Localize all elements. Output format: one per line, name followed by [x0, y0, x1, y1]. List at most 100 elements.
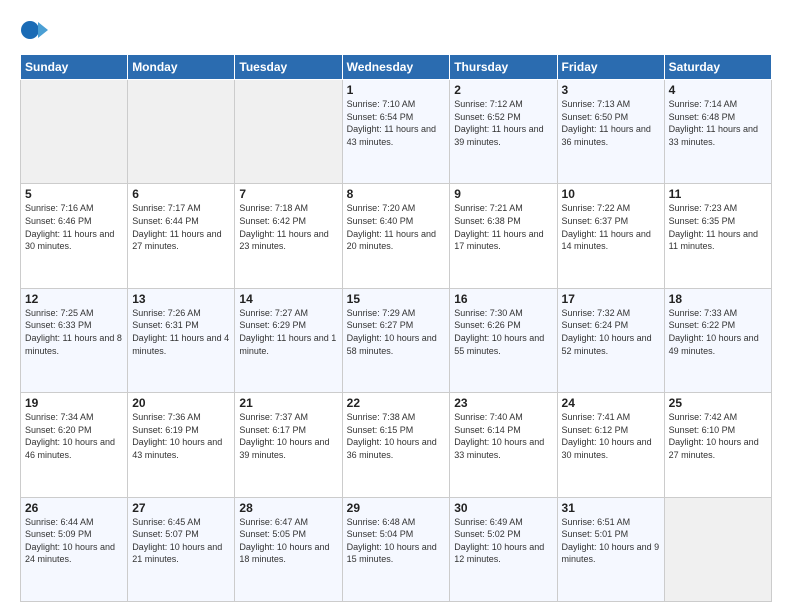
- day-info: Sunrise: 7:30 AM Sunset: 6:26 PM Dayligh…: [454, 307, 552, 357]
- day-number: 5: [25, 187, 123, 201]
- calendar-day-16: 16Sunrise: 7:30 AM Sunset: 6:26 PM Dayli…: [450, 288, 557, 392]
- day-number: 13: [132, 292, 230, 306]
- calendar-day-5: 5Sunrise: 7:16 AM Sunset: 6:46 PM Daylig…: [21, 184, 128, 288]
- day-info: Sunrise: 7:21 AM Sunset: 6:38 PM Dayligh…: [454, 202, 552, 252]
- calendar-day-2: 2Sunrise: 7:12 AM Sunset: 6:52 PM Daylig…: [450, 80, 557, 184]
- day-info: Sunrise: 7:14 AM Sunset: 6:48 PM Dayligh…: [669, 98, 767, 148]
- day-info: Sunrise: 7:17 AM Sunset: 6:44 PM Dayligh…: [132, 202, 230, 252]
- day-number: 24: [562, 396, 660, 410]
- calendar-week-row: 1Sunrise: 7:10 AM Sunset: 6:54 PM Daylig…: [21, 80, 772, 184]
- calendar-week-row: 26Sunrise: 6:44 AM Sunset: 5:09 PM Dayli…: [21, 497, 772, 601]
- day-number: 23: [454, 396, 552, 410]
- day-number: 12: [25, 292, 123, 306]
- day-info: Sunrise: 7:38 AM Sunset: 6:15 PM Dayligh…: [347, 411, 446, 461]
- calendar-empty-cell: [664, 497, 771, 601]
- day-number: 27: [132, 501, 230, 515]
- calendar-day-8: 8Sunrise: 7:20 AM Sunset: 6:40 PM Daylig…: [342, 184, 450, 288]
- calendar-table: SundayMondayTuesdayWednesdayThursdayFrid…: [20, 54, 772, 602]
- day-number: 7: [239, 187, 337, 201]
- day-info: Sunrise: 7:18 AM Sunset: 6:42 PM Dayligh…: [239, 202, 337, 252]
- calendar-day-22: 22Sunrise: 7:38 AM Sunset: 6:15 PM Dayli…: [342, 393, 450, 497]
- day-info: Sunrise: 7:29 AM Sunset: 6:27 PM Dayligh…: [347, 307, 446, 357]
- calendar-day-28: 28Sunrise: 6:47 AM Sunset: 5:05 PM Dayli…: [235, 497, 342, 601]
- day-number: 6: [132, 187, 230, 201]
- calendar-day-26: 26Sunrise: 6:44 AM Sunset: 5:09 PM Dayli…: [21, 497, 128, 601]
- day-info: Sunrise: 6:44 AM Sunset: 5:09 PM Dayligh…: [25, 516, 123, 566]
- day-info: Sunrise: 7:13 AM Sunset: 6:50 PM Dayligh…: [562, 98, 660, 148]
- calendar-day-4: 4Sunrise: 7:14 AM Sunset: 6:48 PM Daylig…: [664, 80, 771, 184]
- day-number: 11: [669, 187, 767, 201]
- day-info: Sunrise: 7:34 AM Sunset: 6:20 PM Dayligh…: [25, 411, 123, 461]
- day-number: 16: [454, 292, 552, 306]
- day-info: Sunrise: 7:12 AM Sunset: 6:52 PM Dayligh…: [454, 98, 552, 148]
- day-number: 31: [562, 501, 660, 515]
- calendar-day-19: 19Sunrise: 7:34 AM Sunset: 6:20 PM Dayli…: [21, 393, 128, 497]
- day-info: Sunrise: 7:37 AM Sunset: 6:17 PM Dayligh…: [239, 411, 337, 461]
- day-info: Sunrise: 7:10 AM Sunset: 6:54 PM Dayligh…: [347, 98, 446, 148]
- calendar-day-31: 31Sunrise: 6:51 AM Sunset: 5:01 PM Dayli…: [557, 497, 664, 601]
- calendar-day-12: 12Sunrise: 7:25 AM Sunset: 6:33 PM Dayli…: [21, 288, 128, 392]
- day-info: Sunrise: 7:20 AM Sunset: 6:40 PM Dayligh…: [347, 202, 446, 252]
- day-number: 9: [454, 187, 552, 201]
- day-info: Sunrise: 6:51 AM Sunset: 5:01 PM Dayligh…: [562, 516, 660, 566]
- calendar-day-27: 27Sunrise: 6:45 AM Sunset: 5:07 PM Dayli…: [128, 497, 235, 601]
- calendar-day-17: 17Sunrise: 7:32 AM Sunset: 6:24 PM Dayli…: [557, 288, 664, 392]
- day-info: Sunrise: 6:49 AM Sunset: 5:02 PM Dayligh…: [454, 516, 552, 566]
- day-number: 3: [562, 83, 660, 97]
- day-number: 1: [347, 83, 446, 97]
- calendar-day-30: 30Sunrise: 6:49 AM Sunset: 5:02 PM Dayli…: [450, 497, 557, 601]
- calendar-day-3: 3Sunrise: 7:13 AM Sunset: 6:50 PM Daylig…: [557, 80, 664, 184]
- day-info: Sunrise: 7:26 AM Sunset: 6:31 PM Dayligh…: [132, 307, 230, 357]
- calendar-empty-cell: [128, 80, 235, 184]
- calendar-day-23: 23Sunrise: 7:40 AM Sunset: 6:14 PM Dayli…: [450, 393, 557, 497]
- day-info: Sunrise: 7:23 AM Sunset: 6:35 PM Dayligh…: [669, 202, 767, 252]
- weekday-header-sunday: Sunday: [21, 55, 128, 80]
- day-info: Sunrise: 7:41 AM Sunset: 6:12 PM Dayligh…: [562, 411, 660, 461]
- day-info: Sunrise: 7:36 AM Sunset: 6:19 PM Dayligh…: [132, 411, 230, 461]
- day-number: 25: [669, 396, 767, 410]
- day-info: Sunrise: 7:42 AM Sunset: 6:10 PM Dayligh…: [669, 411, 767, 461]
- weekday-header-friday: Friday: [557, 55, 664, 80]
- calendar-day-21: 21Sunrise: 7:37 AM Sunset: 6:17 PM Dayli…: [235, 393, 342, 497]
- day-number: 28: [239, 501, 337, 515]
- weekday-header-thursday: Thursday: [450, 55, 557, 80]
- calendar-day-24: 24Sunrise: 7:41 AM Sunset: 6:12 PM Dayli…: [557, 393, 664, 497]
- day-info: Sunrise: 7:32 AM Sunset: 6:24 PM Dayligh…: [562, 307, 660, 357]
- calendar-day-10: 10Sunrise: 7:22 AM Sunset: 6:37 PM Dayli…: [557, 184, 664, 288]
- day-info: Sunrise: 7:33 AM Sunset: 6:22 PM Dayligh…: [669, 307, 767, 357]
- logo: [20, 16, 52, 44]
- day-number: 14: [239, 292, 337, 306]
- weekday-header-row: SundayMondayTuesdayWednesdayThursdayFrid…: [21, 55, 772, 80]
- day-number: 15: [347, 292, 446, 306]
- page-header: [20, 16, 772, 44]
- day-number: 20: [132, 396, 230, 410]
- day-number: 26: [25, 501, 123, 515]
- day-info: Sunrise: 7:40 AM Sunset: 6:14 PM Dayligh…: [454, 411, 552, 461]
- day-number: 4: [669, 83, 767, 97]
- day-info: Sunrise: 6:45 AM Sunset: 5:07 PM Dayligh…: [132, 516, 230, 566]
- day-number: 18: [669, 292, 767, 306]
- calendar-day-11: 11Sunrise: 7:23 AM Sunset: 6:35 PM Dayli…: [664, 184, 771, 288]
- weekday-header-saturday: Saturday: [664, 55, 771, 80]
- day-number: 17: [562, 292, 660, 306]
- weekday-header-wednesday: Wednesday: [342, 55, 450, 80]
- calendar-day-18: 18Sunrise: 7:33 AM Sunset: 6:22 PM Dayli…: [664, 288, 771, 392]
- day-info: Sunrise: 7:25 AM Sunset: 6:33 PM Dayligh…: [25, 307, 123, 357]
- calendar-empty-cell: [21, 80, 128, 184]
- day-number: 8: [347, 187, 446, 201]
- calendar-day-13: 13Sunrise: 7:26 AM Sunset: 6:31 PM Dayli…: [128, 288, 235, 392]
- calendar-day-25: 25Sunrise: 7:42 AM Sunset: 6:10 PM Dayli…: [664, 393, 771, 497]
- calendar-week-row: 5Sunrise: 7:16 AM Sunset: 6:46 PM Daylig…: [21, 184, 772, 288]
- calendar-day-9: 9Sunrise: 7:21 AM Sunset: 6:38 PM Daylig…: [450, 184, 557, 288]
- calendar-day-15: 15Sunrise: 7:29 AM Sunset: 6:27 PM Dayli…: [342, 288, 450, 392]
- day-number: 30: [454, 501, 552, 515]
- day-number: 2: [454, 83, 552, 97]
- day-number: 10: [562, 187, 660, 201]
- calendar-day-14: 14Sunrise: 7:27 AM Sunset: 6:29 PM Dayli…: [235, 288, 342, 392]
- calendar-day-7: 7Sunrise: 7:18 AM Sunset: 6:42 PM Daylig…: [235, 184, 342, 288]
- day-info: Sunrise: 6:48 AM Sunset: 5:04 PM Dayligh…: [347, 516, 446, 566]
- calendar-day-29: 29Sunrise: 6:48 AM Sunset: 5:04 PM Dayli…: [342, 497, 450, 601]
- day-number: 21: [239, 396, 337, 410]
- weekday-header-tuesday: Tuesday: [235, 55, 342, 80]
- day-number: 22: [347, 396, 446, 410]
